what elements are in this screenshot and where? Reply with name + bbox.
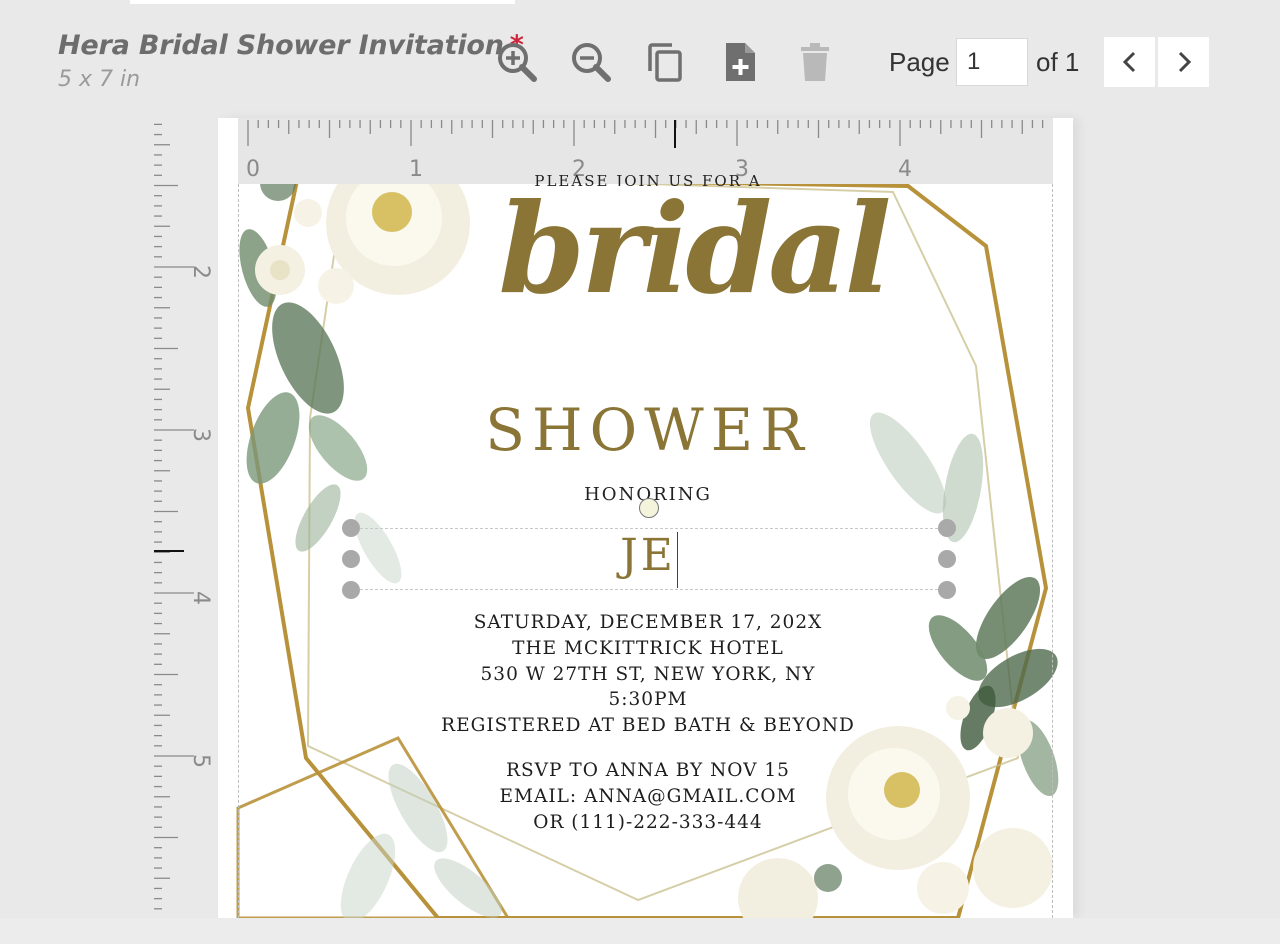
trim-line-right [1052,184,1053,918]
page-count-label: of 1 [1036,47,1080,77]
trim-line-left [238,184,239,918]
next-page-button[interactable] [1158,37,1209,87]
document-title: Hera Bridal Shower Invitation * [58,30,524,61]
event-details[interactable]: SATURDAY, DECEMBER 17, 202X THE MCKITTRI… [428,610,868,739]
ruler-label: 5 [188,754,213,768]
honoree-name-text[interactable]: JE [598,530,698,581]
page-number-input[interactable] [956,38,1028,86]
rsvp-line: RSVP TO ANNA BY NOV 15 [506,760,790,781]
resize-handle-bottom-right[interactable] [938,581,956,599]
ruler-label: 2 [188,265,213,279]
add-page-icon [726,43,755,81]
detail-address: 530 W 27TH ST, NEW YORK, NY [480,663,816,685]
delete-button[interactable] [791,38,839,86]
design-canvas[interactable]: 01234 PLEASE JOIN US FOR A bridal SHOWER… [218,118,1073,918]
chevron-left-icon [1122,51,1135,73]
bottom-bar [0,918,1280,944]
add-page-button[interactable] [716,38,764,86]
invitation-script-title[interactable]: bridal [488,188,898,312]
page-label: Page [889,47,950,77]
resize-handle-middle-left[interactable] [342,550,360,568]
duplicate-icon [648,43,682,82]
previous-page-button[interactable] [1104,37,1155,87]
document-header: Hera Bridal Shower Invitation * 5 x 7 in [58,30,524,92]
ruler-label: 3 [188,428,213,442]
document-size: 5 x 7 in [58,67,141,92]
ruler-label: 4 [898,157,912,182]
ruler-label: 0 [246,157,260,182]
ruler-label: 1 [409,157,423,182]
trash-icon [801,43,829,81]
rsvp-phone: OR (111)-222-333-444 [533,811,763,833]
detail-time: 5:30PM [608,689,688,711]
resize-handle-top-left[interactable] [342,519,360,537]
zoom-out-icon [572,43,611,82]
chevron-right-icon [1178,51,1191,73]
resize-handle-bottom-left[interactable] [342,581,360,599]
zoom-in-icon [498,43,537,82]
zoom-in-button[interactable] [493,38,541,86]
duplicate-button[interactable] [641,38,689,86]
top-strip [130,0,515,4]
invitation-subtitle[interactable]: SHOWER [448,396,848,464]
ruler-label: 4 [188,591,213,605]
rsvp-details[interactable]: RSVP TO ANNA BY NOV 15 EMAIL: ANNA@GMAIL… [448,758,848,835]
resize-handle-top-right[interactable] [938,519,956,537]
vertical-ruler: 2 3 4 5 [152,118,218,918]
document-title-text: Hera Bridal Shower Invitation [58,30,504,61]
resize-handle-middle-right[interactable] [938,550,956,568]
zoom-out-button[interactable] [567,38,615,86]
detail-registry: REGISTERED AT BED BATH & BEYOND [441,715,855,737]
detail-date: SATURDAY, DECEMBER 17, 202X [473,612,823,633]
rotate-handle[interactable] [639,498,659,518]
text-caret [677,532,678,588]
rsvp-email: EMAIL: ANNA@GMAIL.COM [499,785,797,807]
detail-venue: THE MCKITTRICK HOTEL [512,637,784,659]
